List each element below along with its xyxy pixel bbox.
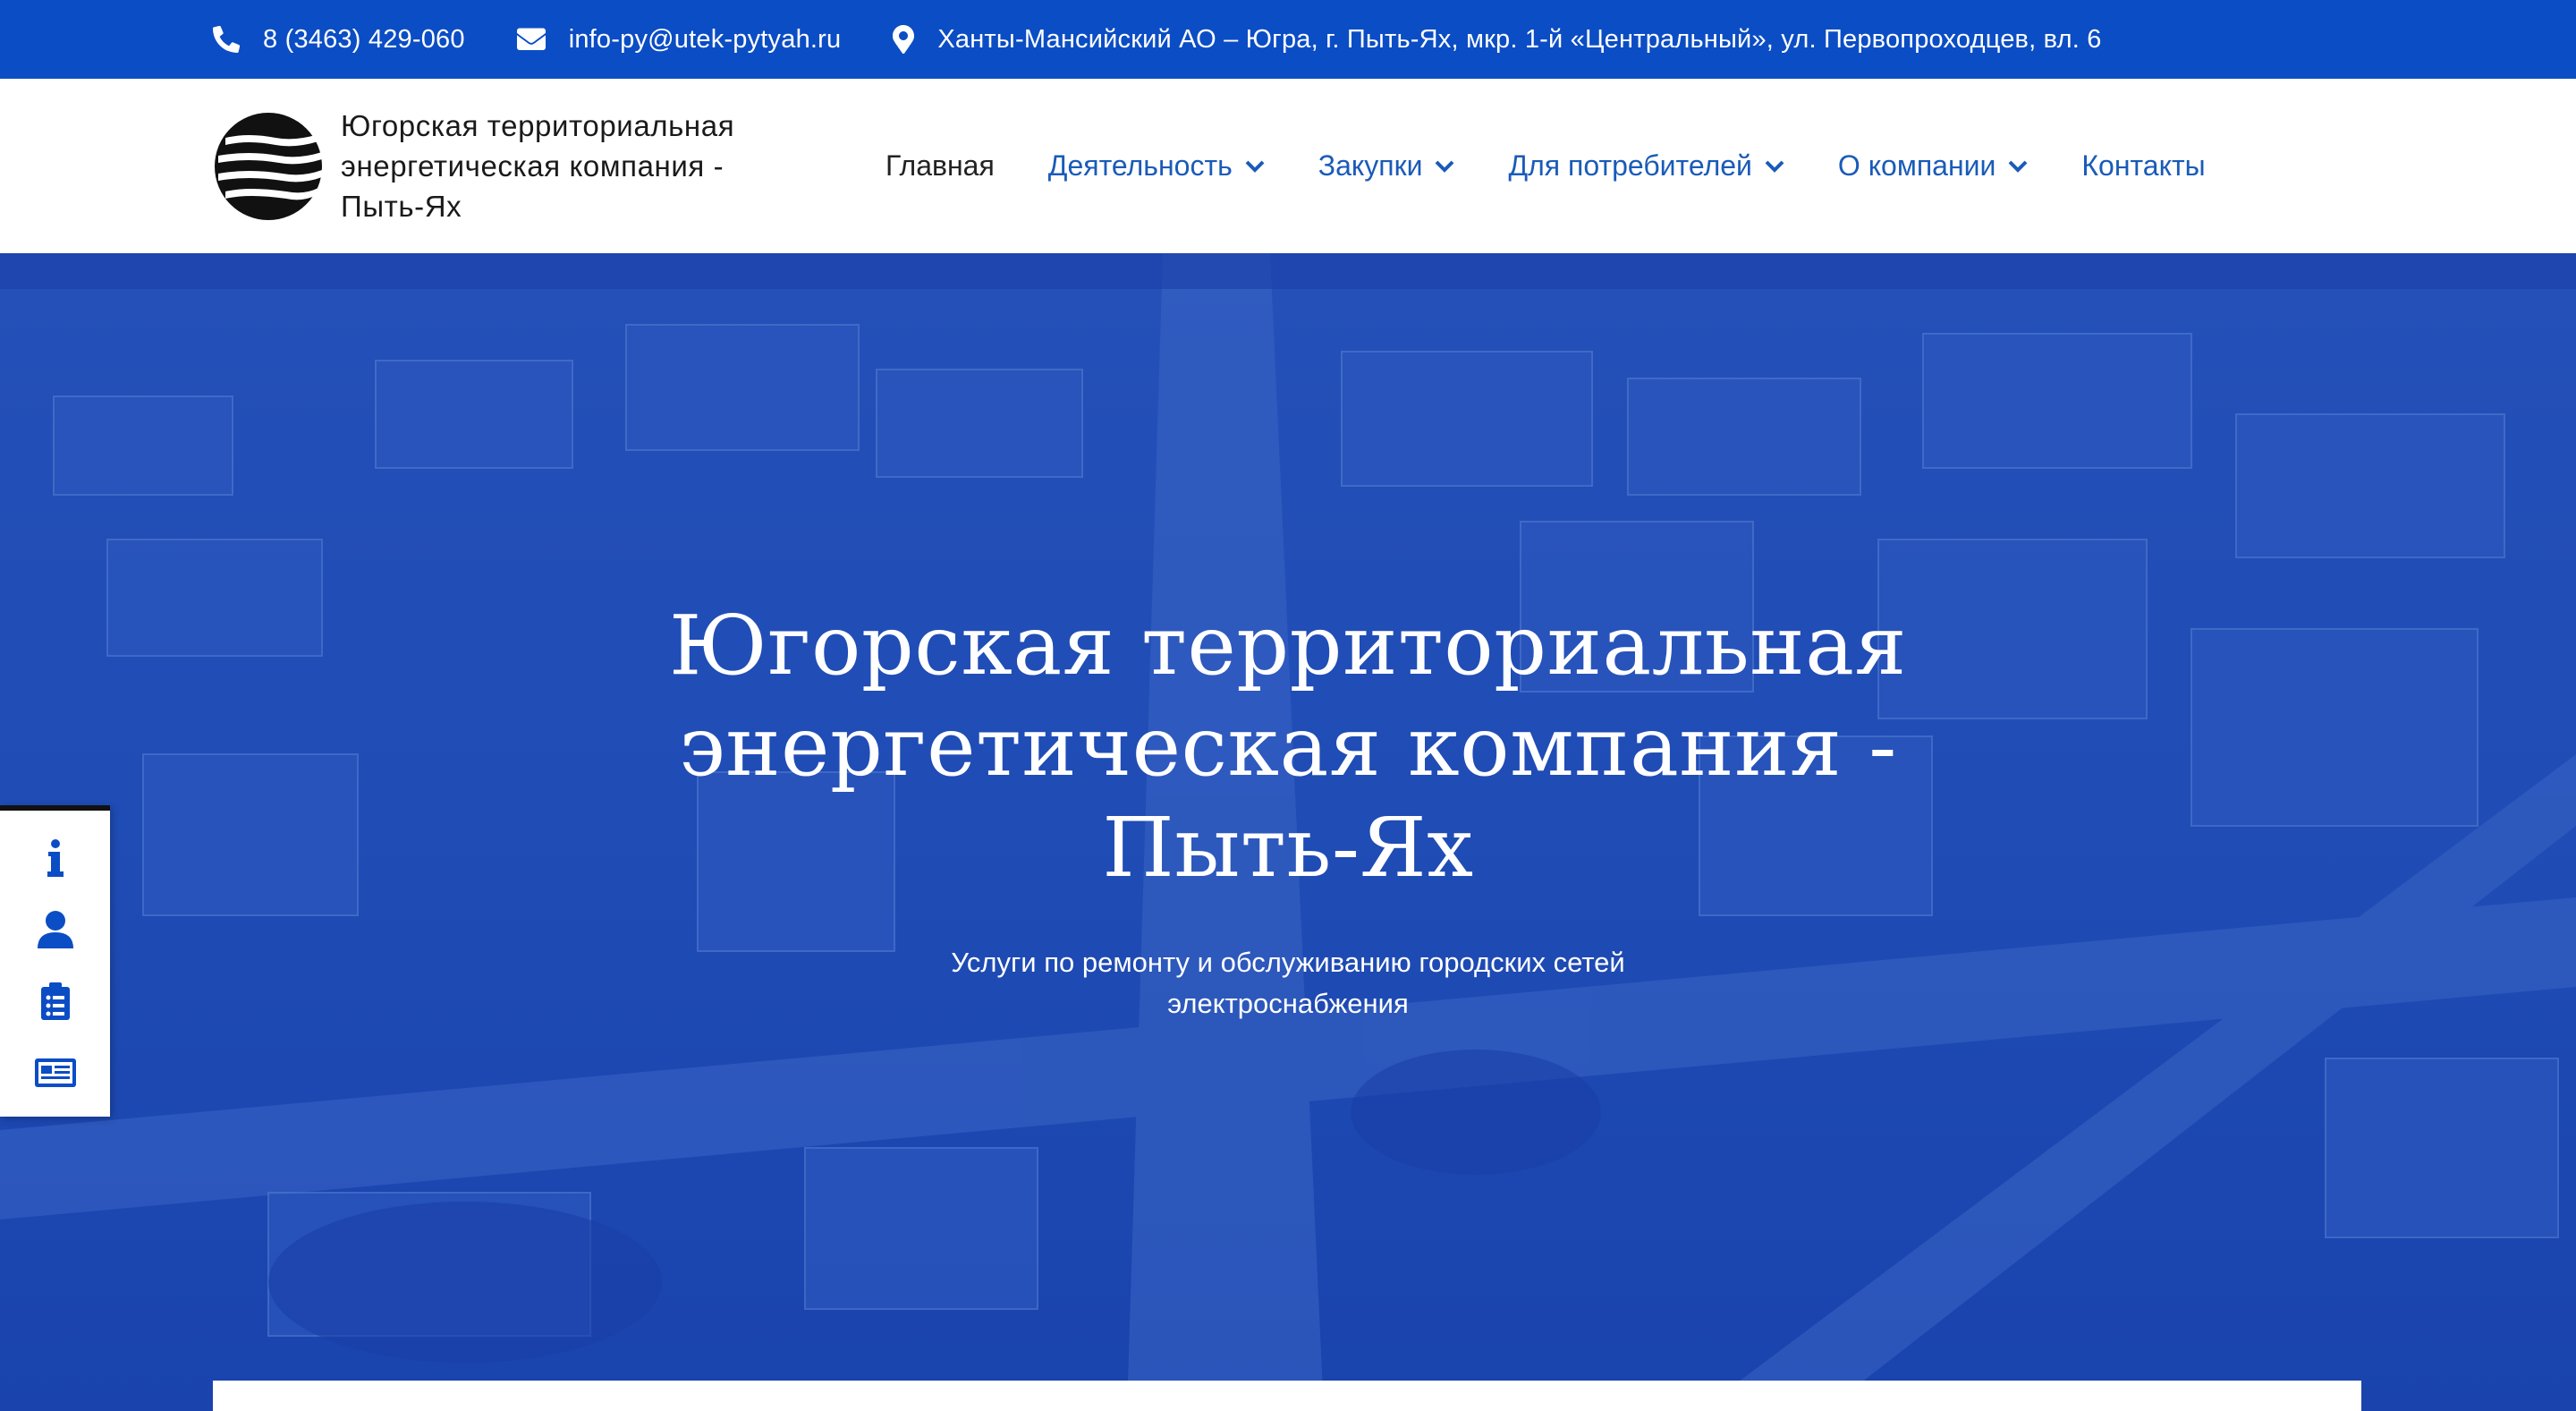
phone-icon (213, 26, 240, 53)
map-marker-icon (893, 25, 915, 54)
nav-item-label: Деятельность (1047, 149, 1233, 182)
side-toolbar (0, 805, 110, 1117)
nav-item-consumers[interactable]: Для потребителей (1508, 149, 1784, 183)
nav-item-procurement[interactable]: Закупки (1318, 149, 1455, 183)
nav-item-activity[interactable]: Деятельность (1048, 149, 1265, 183)
newspaper-icon (34, 1058, 76, 1087)
nav-item-label: Контакты (2081, 149, 2206, 182)
site-header: Югорская территориальная энергетическая … (0, 79, 2576, 253)
hero-subtitle-line2: электроснабжения (1167, 988, 1409, 1019)
nav-item-label: Главная (886, 149, 995, 182)
email-contact[interactable]: info-py@utek-pytyah.ru (516, 24, 842, 55)
main-navigation: Главная Деятельность Закупки Для потреби… (886, 79, 2259, 253)
company-name-line3: Пыть-Ях (341, 190, 462, 223)
nav-item-home[interactable]: Главная (886, 149, 995, 183)
company-name-line2: энергетическая компания - (341, 149, 724, 183)
address-text: Ханты-Мансийский АО – Югра, г. Пыть-Ях, … (937, 24, 2102, 54)
hero-title-line2: энергетическая компания - (679, 699, 1897, 795)
hero-subtitle-line1: Услуги по ремонту и обслуживанию городск… (951, 947, 1625, 978)
phone-contact[interactable]: 8 (3463) 429-060 (213, 25, 465, 55)
user-button[interactable] (0, 895, 110, 965)
address-contact: Ханты-Мансийский АО – Югра, г. Пыть-Ях, … (893, 24, 2101, 55)
company-name-line1: Югорская территориальная (341, 109, 735, 142)
nav-item-about[interactable]: О компании (1838, 149, 2028, 183)
hero-banner: Югорская территориальная энергетическая … (0, 253, 2576, 1411)
company-name[interactable]: Югорская территориальная энергетическая … (341, 106, 824, 226)
info-button[interactable] (0, 823, 110, 893)
top-contact-bar: 8 (3463) 429-060 info-py@utek-pytyah.ru … (0, 0, 2576, 79)
content-card-top (213, 1381, 2361, 1411)
chevron-down-icon (1245, 160, 1265, 173)
hero-title: Югорская территориальная энергетическая … (572, 595, 2004, 898)
news-button[interactable] (0, 1038, 110, 1108)
hero-title-line3: Пыть-Ях (1102, 800, 1474, 896)
chevron-down-icon (2008, 160, 2028, 173)
nav-item-label: О компании (1837, 149, 1996, 182)
envelope-icon (516, 28, 546, 50)
clipboard-button[interactable] (0, 966, 110, 1036)
nav-item-label: Для потребителей (1508, 149, 1752, 182)
chevron-down-icon (1436, 160, 1454, 173)
info-icon (47, 839, 64, 877)
email-address: info-py@utek-pytyah.ru (568, 24, 842, 54)
phone-number: 8 (3463) 429-060 (263, 24, 465, 54)
clipboard-list-icon (40, 982, 70, 1020)
hero-subtitle: Услуги по ремонту и обслуживанию городск… (886, 942, 1690, 1024)
chevron-down-icon (1765, 160, 1784, 173)
hero-title-line1: Югорская территориальная (669, 598, 1907, 693)
nav-item-label: Закупки (1318, 149, 1423, 182)
company-logo[interactable] (213, 111, 324, 222)
nav-item-contacts[interactable]: Контакты (2081, 149, 2205, 183)
user-icon (37, 911, 73, 948)
